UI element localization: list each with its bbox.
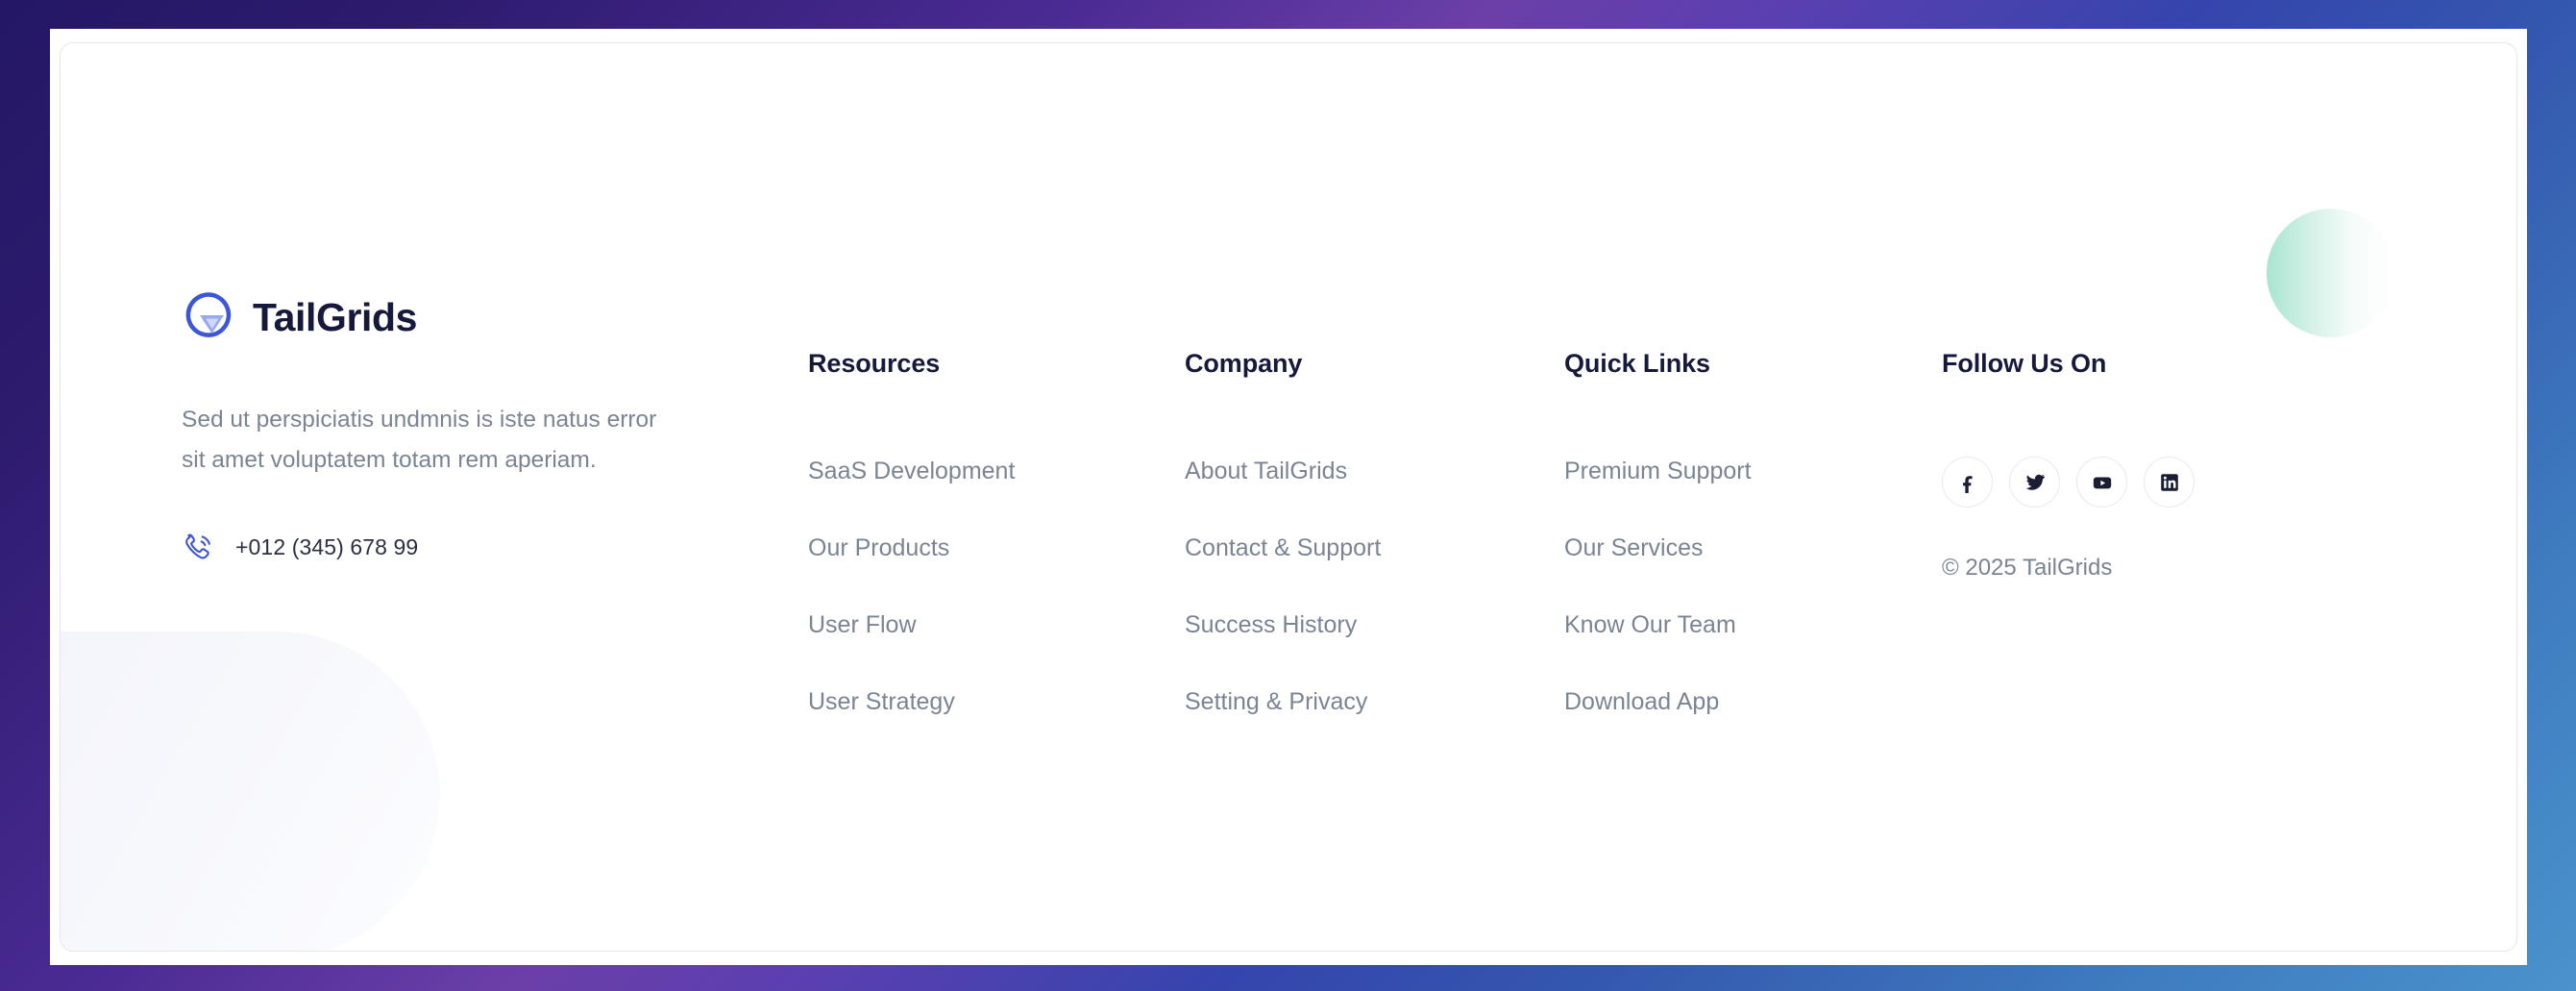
brand-description: Sed ut perspiciatis undmnis is iste natu… <box>182 407 657 474</box>
social-links <box>1942 457 2195 508</box>
facebook-icon <box>1962 475 1973 493</box>
footer-content: TailGrids Sed ut perspiciatis undmnis is… <box>61 43 2516 951</box>
copyright-text: © 2025 TailGrids <box>1942 555 2113 581</box>
social-link-linkedin[interactable] <box>2144 457 2195 508</box>
footer-column-social: Follow Us On © 2025 TailGrids <box>1942 349 2195 582</box>
footer-column-resources: Resources SaaS Development Our Products … <box>808 349 1015 716</box>
footer-card: TailGrids Sed ut perspiciatis undmnis is… <box>60 42 2517 952</box>
logo-text: TailGrids <box>253 294 418 339</box>
footer-link[interactable]: Setting & Privacy <box>1185 687 1381 716</box>
youtube-icon <box>2093 477 2111 488</box>
footer-link[interactable]: User Strategy <box>808 687 1015 716</box>
linkedin-icon <box>2160 473 2178 491</box>
social-link-facebook[interactable] <box>1942 457 1993 508</box>
phone-contact[interactable]: +012 (345) 678 99 <box>182 531 720 563</box>
social-link-twitter[interactable] <box>2009 457 2060 508</box>
footer-column-company: Company About TailGrids Contact & Suppor… <box>1185 349 1381 716</box>
footer-link[interactable]: Our Products <box>808 533 1015 562</box>
phone-number: +012 (345) 678 99 <box>235 533 419 559</box>
logo[interactable]: TailGrids <box>182 289 720 345</box>
column-title: Resources <box>808 349 941 378</box>
footer-link[interactable]: Premium Support <box>1564 457 1752 485</box>
footer-link[interactable]: Know Our Team <box>1564 610 1752 639</box>
twitter-icon <box>2025 474 2045 490</box>
footer-link[interactable]: User Flow <box>808 610 1015 639</box>
column-title: Quick Links <box>1564 349 1710 378</box>
footer-link[interactable]: Download App <box>1564 687 1752 716</box>
footer-link[interactable]: Contact & Support <box>1185 533 1381 562</box>
footer-link[interactable]: About TailGrids <box>1185 457 1381 485</box>
footer-link[interactable]: SaaS Development <box>808 457 1015 485</box>
footer-link[interactable]: Success History <box>1185 610 1381 639</box>
social-link-youtube[interactable] <box>2076 457 2127 508</box>
column-title: Follow Us On <box>1942 349 2107 378</box>
footer-column-quick-links: Quick Links Premium Support Our Services… <box>1564 349 1752 716</box>
footer-link[interactable]: Our Services <box>1564 533 1752 562</box>
brand-column: TailGrids Sed ut perspiciatis undmnis is… <box>182 289 720 563</box>
phone-call-icon <box>185 533 210 559</box>
tailgrids-logo-icon <box>185 292 232 337</box>
column-title: Company <box>1185 349 1303 378</box>
